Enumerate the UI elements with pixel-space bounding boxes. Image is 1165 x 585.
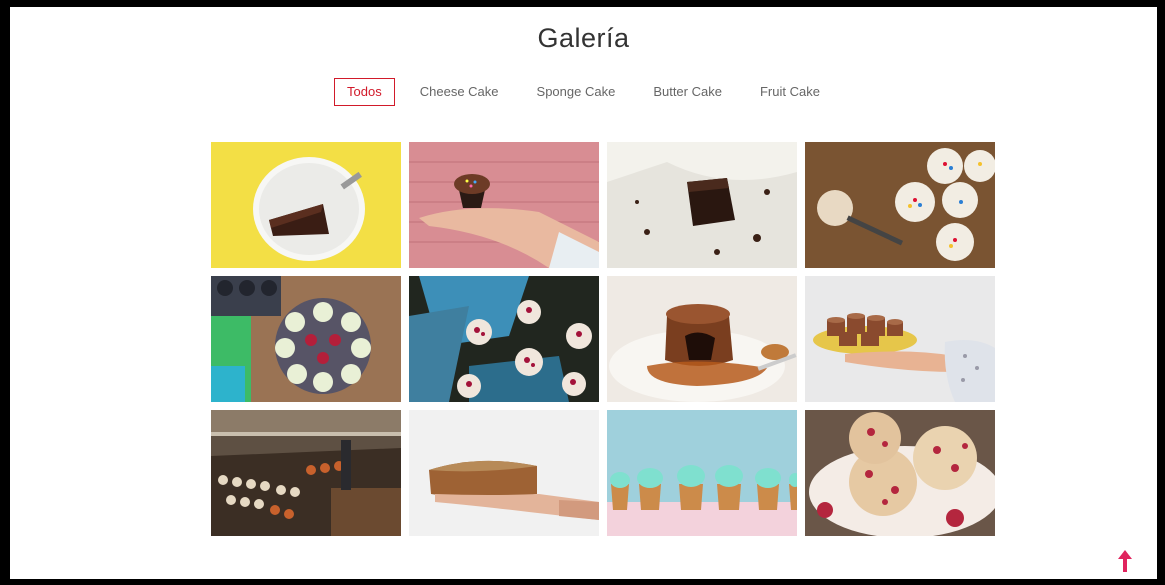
filter-sponge-cake[interactable]: Sponge Cake [524, 78, 629, 106]
gallery-item[interactable] [607, 410, 797, 536]
gallery-item[interactable] [805, 410, 995, 536]
gallery-item[interactable] [211, 142, 401, 268]
brownie-photo [607, 142, 797, 268]
tray-cupcakes-photo [211, 276, 401, 402]
gallery-item[interactable] [805, 276, 995, 402]
gallery-grid [211, 142, 995, 536]
filter-todos[interactable]: Todos [334, 78, 395, 106]
gallery-item[interactable] [607, 276, 797, 402]
cupcake-hand-photo [409, 142, 599, 268]
gallery-item[interactable] [607, 142, 797, 268]
cake-slice-photo [211, 142, 401, 268]
pound-cake-photo [409, 410, 599, 536]
gallery-item[interactable] [805, 142, 995, 268]
raspberry-muffins-photo [805, 410, 995, 536]
cloth-cupcakes-photo [409, 276, 599, 402]
filter-butter-cake[interactable]: Butter Cake [640, 78, 735, 106]
gallery-item[interactable] [211, 410, 401, 536]
mint-cupcakes-photo [607, 410, 797, 536]
page-title: Galería [537, 23, 630, 53]
filter-fruit-cake[interactable]: Fruit Cake [747, 78, 833, 106]
filter-bar: Todos Cheese Cake Sponge Cake Butter Cak… [10, 78, 1157, 106]
arrow-up-icon[interactable] [1117, 550, 1133, 572]
gallery-item[interactable] [211, 276, 401, 402]
page-frame: Galería Todos Cheese Cake Sponge Cake Bu… [0, 0, 1165, 585]
bakery-display-photo [211, 410, 401, 536]
filter-cheese-cake[interactable]: Cheese Cake [407, 78, 512, 106]
muffin-plate-photo [805, 276, 995, 402]
lava-cake-photo [607, 276, 797, 402]
gallery-item[interactable] [409, 142, 599, 268]
sprinkle-cupcakes-photo [805, 142, 995, 268]
gallery-item[interactable] [409, 410, 599, 536]
gallery-item[interactable] [409, 276, 599, 402]
